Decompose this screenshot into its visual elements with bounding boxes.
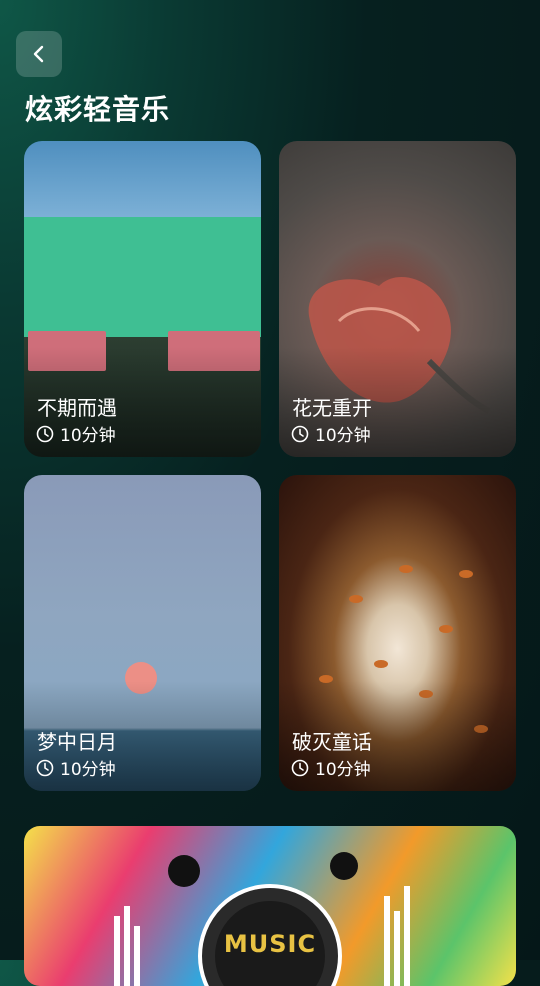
clock-icon [36, 425, 54, 442]
card-1-title: 不期而遇 [37, 396, 117, 420]
card-3-duration-text: 10分钟 [60, 760, 116, 780]
card-3-title: 梦中日月 [37, 730, 117, 754]
card-4-duration-text: 10分钟 [315, 760, 371, 780]
card-2-duration: 10分钟 [291, 421, 371, 446]
card-2-duration-text: 10分钟 [315, 426, 371, 446]
card-1-duration-text: 10分钟 [60, 426, 116, 446]
card-2-title: 花无重开 [292, 396, 372, 420]
card-4-title: 破灭童话 [292, 730, 372, 754]
card-1-duration: 10分钟 [36, 421, 116, 446]
clock-icon [291, 425, 309, 442]
music-card-4[interactable]: 破灭童话 10分钟 [279, 475, 516, 791]
back-button[interactable] [16, 31, 62, 77]
card-4-duration: 10分钟 [291, 755, 371, 780]
music-card-3[interactable]: 梦中日月 10分钟 [24, 475, 261, 791]
banner-image [114, 852, 410, 986]
page-title: 炫彩轻音乐 [25, 93, 171, 126]
card-3-duration: 10分钟 [36, 755, 116, 780]
card-1-image [24, 217, 261, 337]
chevron-left-icon [33, 45, 44, 63]
music-card-2[interactable]: 花无重开 10分钟 [279, 141, 516, 457]
clock-icon [36, 759, 54, 776]
banner-title: MUSIC [223, 930, 317, 958]
music-banner[interactable]: MUSIC [24, 826, 516, 986]
clock-icon [291, 759, 309, 776]
music-card-1[interactable]: 不期而遇 10分钟 [24, 141, 261, 457]
